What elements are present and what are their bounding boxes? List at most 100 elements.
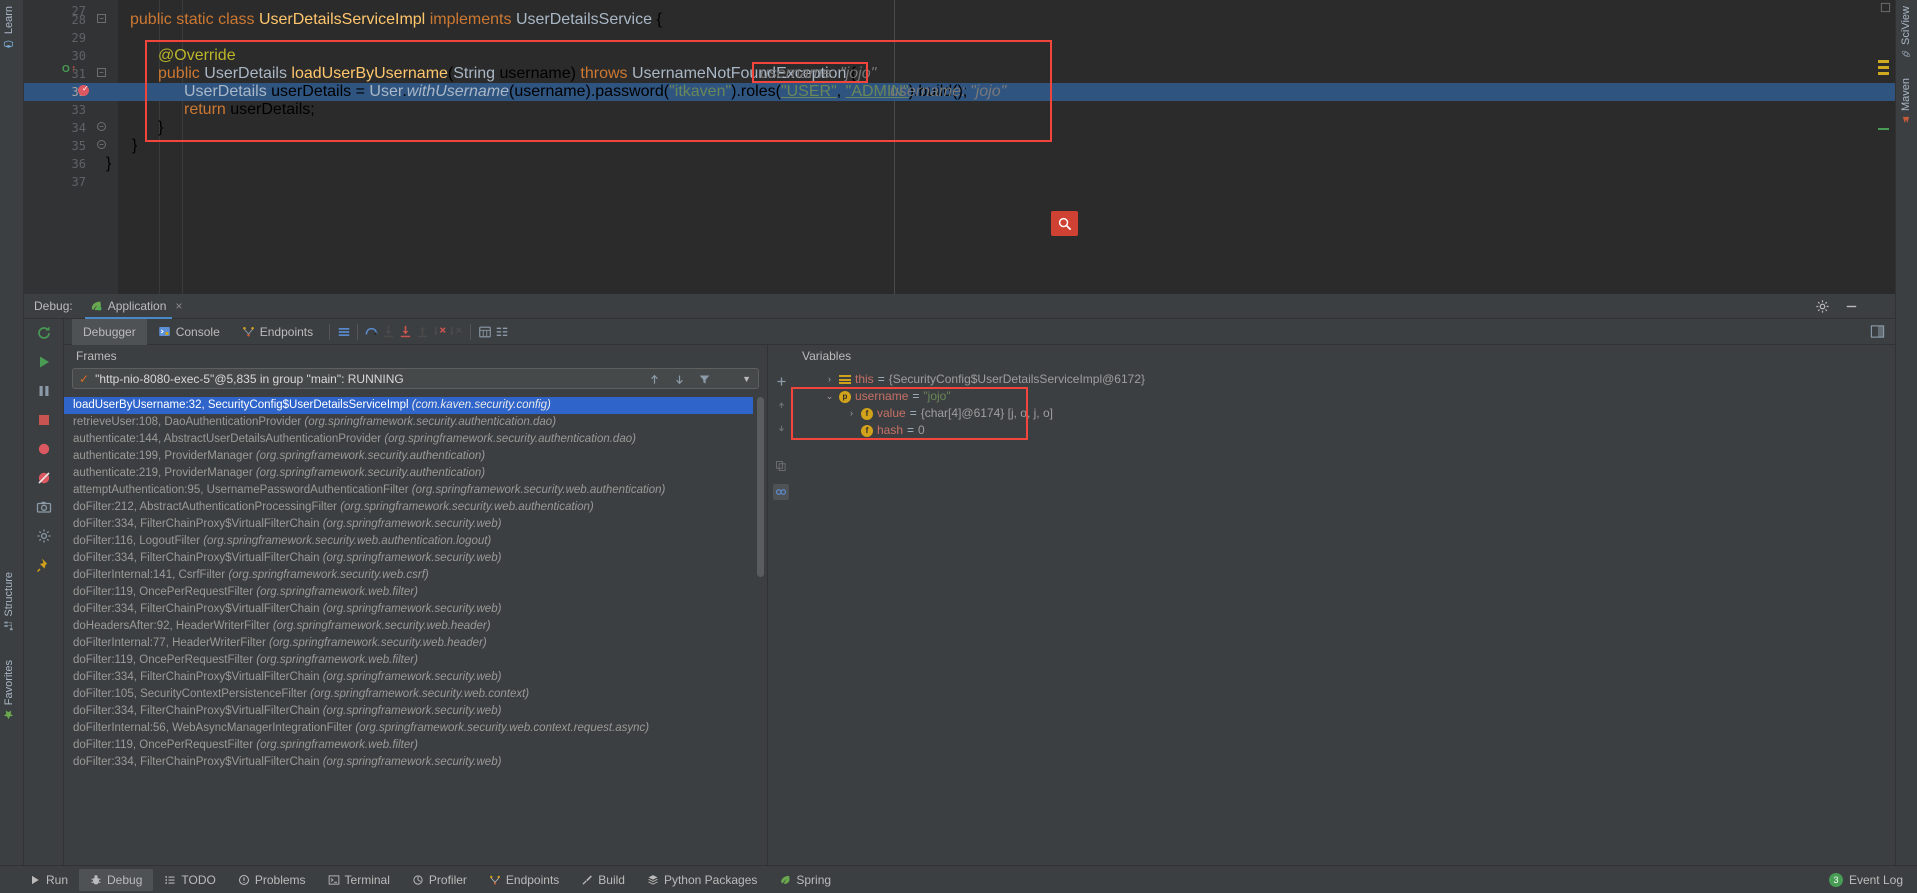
override-method-icon[interactable]: O [62, 64, 70, 75]
left-tool-learn[interactable]: Learn [3, 6, 15, 49]
frame-row[interactable]: loadUserByUsername:32, SecurityConfig$Us… [64, 397, 753, 414]
frame-row[interactable]: authenticate:144, AbstractUserDetailsAut… [64, 431, 753, 448]
status-terminal-button[interactable]: Terminal [317, 869, 401, 891]
frame-row[interactable]: doFilter:119, OncePerRequestFilter (org.… [64, 737, 753, 754]
variable-row-this[interactable]: › this = {SecurityConfig$UserDetailsServ… [794, 371, 1895, 388]
frame-row[interactable]: doFilter:334, FilterChainProxy$VirtualFi… [64, 754, 753, 771]
resume-program-icon[interactable] [34, 352, 54, 372]
evaluate-expression-icon[interactable] [476, 323, 493, 340]
force-step-into-icon[interactable] [397, 323, 414, 340]
frame-row[interactable]: doFilterInternal:56, WebAsyncManagerInte… [64, 720, 753, 737]
fold-collapse-icon[interactable]: − [97, 140, 106, 149]
layout-icon[interactable] [335, 323, 352, 340]
tab-console[interactable]: Console [147, 319, 231, 345]
status-todo-button[interactable]: TODO [153, 869, 226, 891]
frame-row[interactable]: doFilter:119, OncePerRequestFilter (org.… [64, 584, 753, 601]
status-debug-button[interactable]: Debug [79, 868, 154, 891]
frame-row[interactable]: doFilterInternal:77, HeaderWriterFilter … [64, 635, 753, 652]
minimize-icon[interactable] [1844, 299, 1859, 314]
tab-endpoints[interactable]: Endpoints [231, 319, 324, 345]
pause-program-icon[interactable] [34, 381, 54, 401]
pin-icon[interactable] [34, 555, 54, 575]
tab-debugger[interactable]: Debugger [72, 318, 147, 345]
search-button[interactable] [1051, 211, 1078, 236]
left-tool-structure[interactable]: Structure [3, 572, 15, 632]
step-out-icon[interactable] [414, 323, 431, 340]
frame-row[interactable]: attemptAuthentication:95, UsernamePasswo… [64, 482, 753, 499]
right-tool-sciview[interactable]: SciView [1900, 6, 1912, 59]
settings-table-icon[interactable] [493, 323, 510, 340]
frames-list[interactable]: loadUserByUsername:32, SecurityConfig$Us… [64, 397, 753, 865]
settings-icon[interactable] [34, 526, 54, 546]
arrow-down-small-icon[interactable] [776, 423, 787, 434]
frame-row[interactable]: authenticate:219, ProviderManager (org.s… [64, 465, 753, 482]
frame-row[interactable]: doFilter:212, AbstractAuthenticationProc… [64, 499, 753, 516]
fold-collapse-icon[interactable]: − [97, 68, 106, 77]
frame-row[interactable]: doFilter:334, FilterChainProxy$VirtualFi… [64, 601, 753, 618]
debug-layout-settings-icon[interactable] [1870, 324, 1885, 339]
filter-icon[interactable] [698, 373, 711, 386]
chevron-down-icon[interactable]: ⌄ [824, 388, 835, 405]
view-breakpoints-icon[interactable] [34, 439, 54, 459]
status-problems-button[interactable]: Problems [227, 869, 317, 891]
fold-collapse-icon[interactable]: − [97, 14, 106, 23]
breakpoint-check-icon: ✓ [82, 84, 89, 93]
status-endpoints-button[interactable]: Endpoints [478, 869, 570, 891]
chevron-right-icon[interactable]: › [824, 371, 835, 388]
frame-row[interactable]: retrieveUser:108, DaoAuthenticationProvi… [64, 414, 753, 431]
run-to-cursor-icon[interactable] [448, 323, 465, 340]
debug-session-tab[interactable]: Application × [84, 294, 182, 319]
editor-marker[interactable] [1878, 66, 1889, 69]
frame-row[interactable]: doFilter:116, LogoutFilter (org.springfr… [64, 533, 753, 550]
variable-row-username[interactable]: ⌄ p username = "jojo" [794, 388, 1895, 405]
fold-collapse-icon[interactable]: − [97, 122, 106, 131]
plus-icon[interactable] [775, 375, 788, 388]
arrow-down-icon[interactable] [673, 373, 686, 386]
status-profiler-label: Profiler [428, 872, 467, 887]
mute-breakpoints-icon[interactable] [34, 468, 54, 488]
frames-scrollbar[interactable] [757, 397, 764, 577]
status-spring-button[interactable]: Spring [768, 869, 842, 891]
arrow-up-icon[interactable] [648, 373, 661, 386]
frame-row[interactable]: doFilter:119, OncePerRequestFilter (org.… [64, 652, 753, 669]
frame-row[interactable]: doFilterInternal:141, CsrfFilter (org.sp… [64, 567, 753, 584]
frame-row[interactable]: doHeadersAfter:92, HeaderWriterFilter (o… [64, 618, 753, 635]
chevron-right-icon[interactable]: › [846, 405, 857, 422]
drop-frame-icon[interactable] [431, 323, 448, 340]
arrow-up-small-icon[interactable] [776, 400, 787, 411]
learn-icon [4, 40, 14, 48]
editor-marker[interactable] [1878, 72, 1889, 75]
frame-row[interactable]: authenticate:199, ProviderManager (org.s… [64, 448, 753, 465]
status-run-button[interactable]: Run [18, 869, 79, 891]
frame-row[interactable]: doFilter:334, FilterChainProxy$VirtualFi… [64, 669, 753, 686]
inspection-status-icon[interactable] [1880, 2, 1891, 13]
step-over-icon[interactable] [363, 323, 380, 340]
code-editor[interactable]: 27 28 29 30 31 32 33 34 35 36 37 O ↑ ✓ −… [24, 0, 1895, 294]
status-build-button[interactable]: Build [570, 869, 636, 891]
watch-link-icon[interactable] [773, 484, 789, 500]
editor-marker[interactable] [1878, 60, 1889, 63]
right-tool-maven[interactable]: Maven [1900, 78, 1912, 125]
close-icon[interactable]: × [175, 299, 182, 313]
camera-icon[interactable] [34, 497, 54, 517]
indent-guide [159, 0, 160, 294]
field-badge-icon: f [861, 407, 873, 420]
status-profiler-button[interactable]: Profiler [401, 869, 478, 891]
status-python-packages-button[interactable]: Python Packages [636, 869, 768, 891]
thread-selector-value: "http-nio-8080-exec-5"@5,835 in group "m… [95, 371, 404, 386]
editor-marker[interactable] [1878, 128, 1889, 130]
stop-program-icon[interactable] [34, 410, 54, 430]
frame-row[interactable]: doFilter:334, FilterChainProxy$VirtualFi… [64, 516, 753, 533]
variable-row-hash[interactable]: f hash = 0 [794, 422, 1895, 439]
rerun-icon[interactable] [34, 323, 54, 343]
copy-icon[interactable] [775, 460, 787, 472]
step-into-icon[interactable] [380, 323, 397, 340]
variable-row-value[interactable]: › f value = {char[4]@6174} [j, o, j, o] [794, 405, 1895, 422]
left-tool-favorites[interactable]: Favorites [3, 660, 15, 720]
chevron-down-icon[interactable]: ▼ [742, 374, 751, 384]
frame-row[interactable]: doFilter:334, FilterChainProxy$VirtualFi… [64, 703, 753, 720]
gear-icon[interactable] [1815, 299, 1830, 314]
frame-row[interactable]: doFilter:105, SecurityContextPersistence… [64, 686, 753, 703]
frame-row[interactable]: doFilter:334, FilterChainProxy$VirtualFi… [64, 550, 753, 567]
status-event-log[interactable]: 3 Event Log [1828, 872, 1903, 887]
